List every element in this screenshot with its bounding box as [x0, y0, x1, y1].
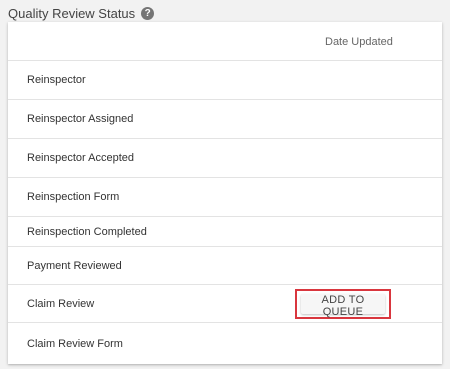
table-row: Claim Review ADD TO QUEUE [8, 285, 442, 323]
add-to-queue-button[interactable]: ADD TO QUEUE [301, 293, 385, 318]
table-row: Reinspector Assigned [8, 100, 442, 139]
row-label-reinspector: Reinspector [27, 74, 86, 86]
table-row: Reinspection Form [8, 178, 442, 217]
highlight-box: ADD TO QUEUE [295, 288, 391, 319]
column-date-updated: Date Updated [325, 36, 393, 48]
row-label-claim-review-form: Claim Review Form [27, 337, 123, 350]
row-label-reinspector-assigned: Reinspector Assigned [27, 113, 134, 125]
section-header: Quality Review Status ? [8, 4, 155, 22]
table-row: Reinspector Accepted [8, 139, 442, 178]
status-table: Date Updated Reinspector Reinspector Ass… [8, 22, 442, 364]
row-label-reinspection-form: Reinspection Form [27, 191, 120, 203]
row-label-claim-review: Claim Review [27, 297, 95, 310]
table-row: Claim Review Form [8, 323, 442, 364]
section-title: Quality Review Status [8, 5, 136, 21]
help-icon[interactable]: ? [141, 6, 155, 20]
row-label-payment-reviewed: Payment Reviewed [27, 259, 122, 272]
table-row: Payment Reviewed [8, 247, 442, 285]
quality-review-panel: Quality Review Status ? Date Updated Rei… [0, 0, 450, 369]
row-label-reinspection-completed: Reinspection Completed [27, 225, 147, 238]
table-row: Reinspector [8, 61, 442, 100]
row-label-reinspector-accepted: Reinspector Accepted [27, 152, 135, 164]
table-header: Date Updated [8, 22, 442, 61]
table-row: Reinspection Completed [8, 217, 442, 247]
